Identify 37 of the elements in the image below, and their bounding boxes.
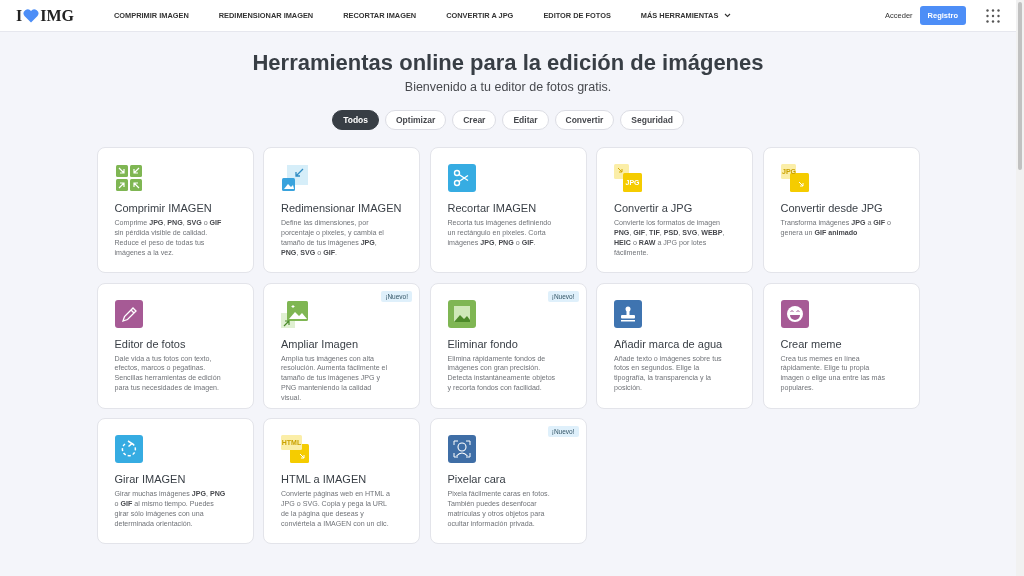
filter-tab[interactable]: Editar	[502, 110, 549, 130]
pencil-icon	[114, 299, 143, 328]
logo-text: I	[16, 6, 23, 25]
compress-icon	[114, 164, 143, 192]
page-title: Herramientas online para la edición de imágenes	[252, 50, 764, 76]
page-subtitle: Bienvenido a tu editor de fotos gratis.	[404, 80, 612, 94]
tool-title: Girar IMAGEN	[114, 473, 187, 485]
face-scan-icon	[447, 435, 476, 463]
scrollbar[interactable]	[1016, 0, 1024, 576]
tool-title: HTML a IMAGEN	[281, 473, 368, 485]
filter-tab[interactable]: Convertir	[554, 110, 615, 130]
apps-grid-icon[interactable]	[986, 8, 1000, 23]
tool-title: Convertir a JPG	[614, 202, 694, 214]
stamp-icon	[614, 299, 642, 328]
tool-title: Añadir marca de agua	[614, 337, 724, 350]
tool-title: Crear meme	[780, 337, 843, 350]
filter-tab[interactable]: Crear	[452, 110, 497, 130]
filter-tab[interactable]: Seguridad	[620, 110, 684, 130]
rotate-icon	[114, 435, 143, 463]
image-icon	[447, 299, 476, 328]
filter-tab[interactable]: Todos	[332, 110, 379, 130]
tool-title: Pixelar cara	[447, 473, 507, 485]
tool-title: Recortar IMAGEN	[447, 202, 538, 214]
logo-text: IMG	[40, 6, 74, 25]
tool-title: Eliminar fondo	[447, 337, 519, 350]
scissors-icon	[447, 164, 476, 192]
tool-title: Convertir desde JPG	[780, 202, 884, 214]
tool-title: Editor de fotos	[114, 337, 187, 350]
tool-title: Redimensionar IMAGEN	[281, 202, 403, 214]
filter-tab[interactable]: Optimizar	[385, 110, 447, 130]
tool-title: Ampliar Imagen	[281, 337, 360, 350]
heart-icon	[23, 8, 40, 23]
tool-title: Comprimir IMAGEN	[114, 202, 213, 214]
logo[interactable]: I IMG	[16, 6, 74, 25]
smiley-icon	[780, 299, 809, 328]
resize-icon	[281, 164, 309, 192]
image-icon	[281, 299, 309, 328]
